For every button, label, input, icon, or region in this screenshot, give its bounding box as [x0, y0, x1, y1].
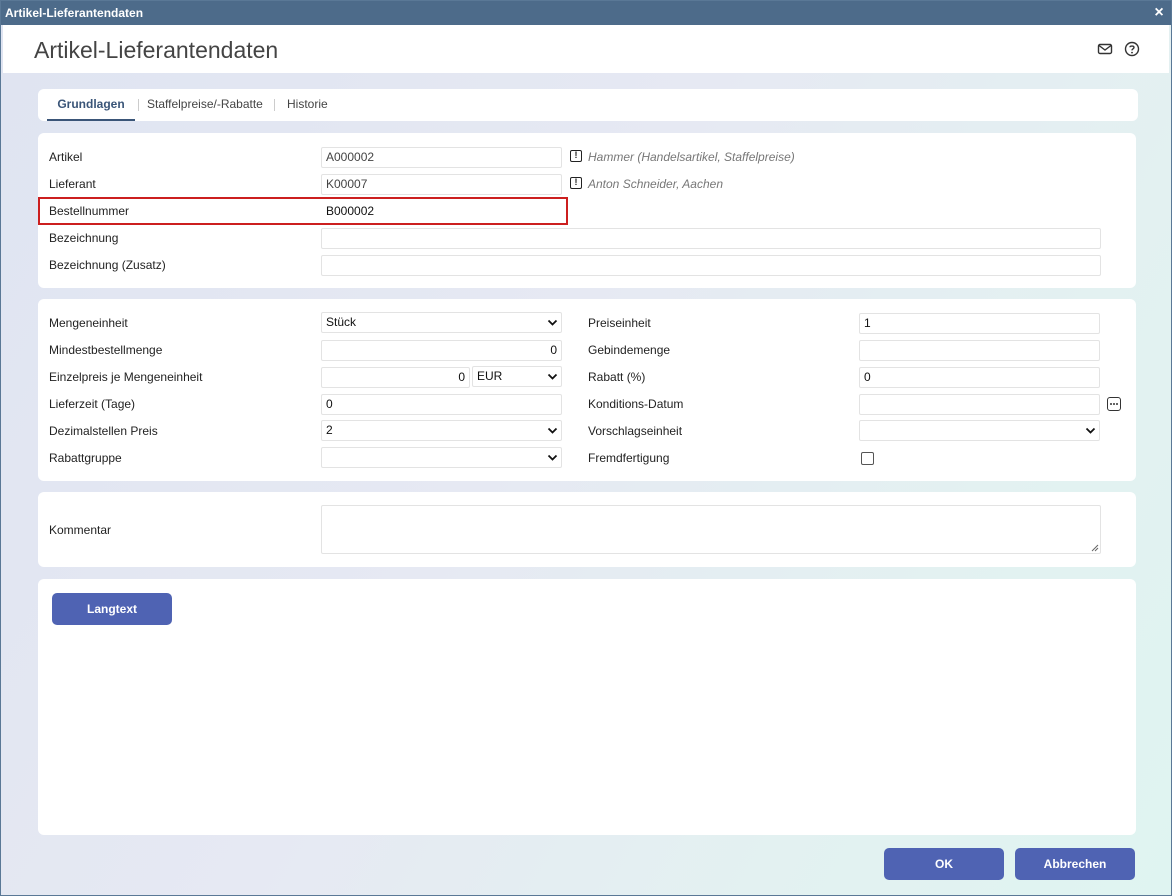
- bestellnummer-label: Bestellnummer: [49, 204, 130, 218]
- dezimalstellen-label: Dezimalstellen Preis: [49, 424, 158, 438]
- kommentar-textarea[interactable]: [321, 505, 1101, 554]
- mengeneinheit-label: Mengeneinheit: [49, 316, 128, 330]
- lieferant-field[interactable]: K00007: [321, 174, 562, 195]
- chevron-down-icon: [547, 427, 558, 434]
- tab-divider: [274, 99, 275, 111]
- gebindemenge-field[interactable]: [859, 340, 1100, 361]
- preiseinheit-label: Preiseinheit: [588, 316, 651, 330]
- currency-select[interactable]: EUR: [472, 366, 562, 387]
- konditions-datum-label: Konditions-Datum: [588, 397, 684, 411]
- page-header: Artikel-Lieferantendaten: [3, 25, 1169, 73]
- info-icon[interactable]: !: [570, 150, 582, 162]
- einzelpreis-label: Einzelpreis je Mengeneinheit: [49, 370, 203, 384]
- mengeneinheit-select[interactable]: Stück: [321, 312, 562, 333]
- lieferant-label: Lieferant: [49, 177, 96, 191]
- vorschlagseinheit-label: Vorschlagseinheit: [588, 424, 683, 438]
- mengeneinheit-value: Stück: [326, 315, 357, 329]
- window-title: Artikel-Lieferantendaten: [5, 6, 144, 20]
- vorschlagseinheit-select[interactable]: [859, 420, 1100, 441]
- rabattgruppe-label: Rabattgruppe: [49, 451, 122, 465]
- cancel-button[interactable]: Abbrechen: [1015, 848, 1135, 880]
- tab-bar: Grundlagen Staffelpreise/-Rabatte Histor…: [38, 89, 1138, 121]
- artikel-label: Artikel: [49, 150, 83, 164]
- mindestbestellmenge-field[interactable]: 0: [321, 340, 562, 361]
- bezeichnung-label: Bezeichnung: [49, 231, 119, 245]
- konditions-datum-field[interactable]: [859, 394, 1100, 415]
- artikel-field[interactable]: A000002: [321, 147, 562, 168]
- page-title: Artikel-Lieferantendaten: [34, 37, 279, 63]
- langtext-button[interactable]: Langtext: [52, 593, 172, 625]
- help-icon[interactable]: [1124, 41, 1140, 57]
- tab-staffelpreise[interactable]: Staffelpreise/-Rabatte: [147, 89, 263, 121]
- bezeichnung-zusatz-label: Bezeichnung (Zusatz): [49, 258, 166, 272]
- ok-button[interactable]: OK: [884, 848, 1004, 880]
- window-titlebar[interactable]: Artikel-Lieferantendaten ×: [1, 1, 1171, 25]
- mail-icon[interactable]: [1097, 41, 1113, 57]
- fremdfertigung-label: Fremdfertigung: [588, 451, 670, 465]
- rabattgruppe-select[interactable]: [321, 447, 562, 468]
- chevron-down-icon: [547, 373, 558, 380]
- einzelpreis-field[interactable]: 0: [321, 367, 470, 388]
- rabatt-label: Rabatt (%): [588, 370, 646, 384]
- rabatt-field[interactable]: 0: [859, 367, 1100, 388]
- close-icon[interactable]: ×: [1153, 1, 1165, 25]
- chevron-down-icon: [1085, 427, 1096, 434]
- tab-historie[interactable]: Historie: [287, 89, 328, 121]
- dialog-window: Artikel-Lieferantendaten × Artikel-Liefe…: [0, 0, 1172, 896]
- tab-grundlagen[interactable]: Grundlagen: [47, 89, 135, 121]
- kommentar-label: Kommentar: [49, 523, 112, 537]
- lieferzeit-field[interactable]: 0: [321, 394, 562, 415]
- preiseinheit-field[interactable]: 1: [859, 313, 1100, 334]
- artikel-hint: Hammer (Handelsartikel, Staffelpreise): [588, 150, 795, 164]
- bezeichnung-field[interactable]: [321, 228, 1101, 249]
- date-picker-icon[interactable]: [1107, 397, 1121, 411]
- chevron-down-icon: [547, 319, 558, 326]
- dezimalstellen-select[interactable]: 2: [321, 420, 562, 441]
- resize-handle-icon[interactable]: [1091, 544, 1099, 552]
- currency-value: EUR: [477, 369, 503, 383]
- info-icon[interactable]: !: [570, 177, 582, 189]
- bezeichnung-zusatz-field[interactable]: [321, 255, 1101, 276]
- gebindemenge-label: Gebindemenge: [588, 343, 671, 357]
- langtext-panel: [38, 579, 1136, 835]
- fremdfertigung-checkbox[interactable]: [861, 452, 874, 465]
- lieferant-hint: Anton Schneider, Aachen: [588, 177, 723, 191]
- mindestbestellmenge-label: Mindestbestellmenge: [49, 343, 163, 357]
- bestellnummer-field[interactable]: B000002: [321, 201, 562, 222]
- tab-divider: [138, 99, 139, 111]
- lieferzeit-label: Lieferzeit (Tage): [49, 397, 136, 411]
- chevron-down-icon: [547, 454, 558, 461]
- dezimalstellen-value: 2: [326, 423, 333, 437]
